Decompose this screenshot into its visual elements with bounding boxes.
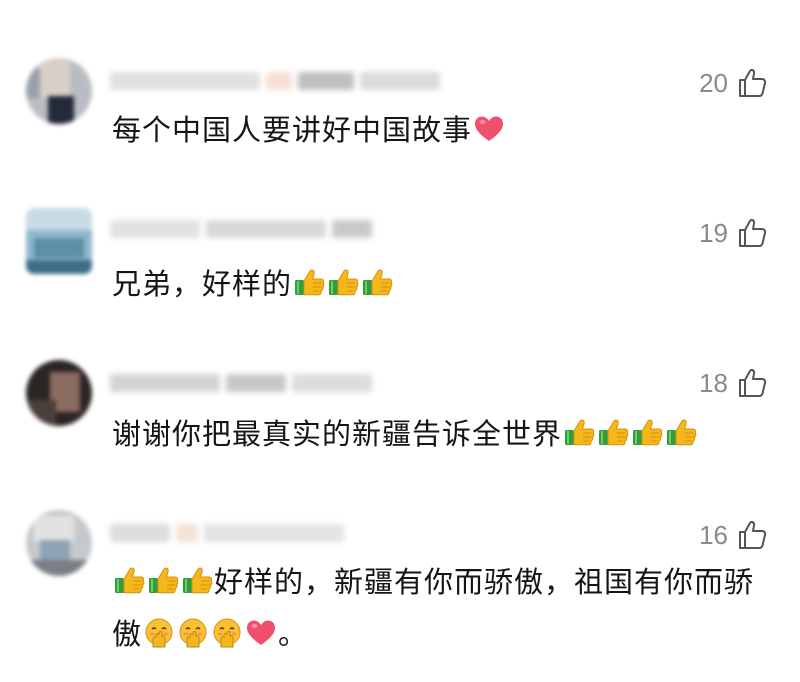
comment-text: 谢谢你把最真实的新疆告诉全世界 — [112, 408, 772, 460]
like-count: 16 — [699, 519, 728, 550]
username[interactable] — [110, 520, 344, 546]
thumbs-up-icon — [361, 267, 393, 299]
shushing-face-icon — [211, 617, 243, 649]
avatar[interactable] — [26, 510, 92, 576]
thumbs-up-icon — [113, 565, 145, 597]
username[interactable] — [110, 216, 372, 242]
heart-icon — [473, 113, 505, 145]
comment-suffix: 。 — [278, 617, 309, 651]
like-button[interactable]: 20 — [699, 66, 768, 100]
avatar[interactable] — [26, 58, 92, 124]
like-count: 20 — [699, 67, 728, 98]
username[interactable] — [110, 370, 372, 396]
like-button[interactable]: 19 — [699, 216, 768, 250]
thumbs-up-icon — [293, 267, 325, 299]
comment-text: 每个中国人要讲好中国故事 — [112, 104, 772, 156]
thumbs-up-icon — [631, 417, 663, 449]
thumbs-up-icon — [597, 417, 629, 449]
like-button[interactable]: 16 — [699, 518, 768, 552]
avatar[interactable] — [26, 208, 92, 274]
comment-content: 每个中国人要讲好中国故事 — [112, 113, 473, 147]
comment-content: 兄弟，好样的 — [112, 267, 293, 301]
thumbs-up-outline-icon — [736, 217, 768, 249]
shushing-face-icon — [143, 617, 175, 649]
thumbs-up-outline-icon — [736, 519, 768, 551]
username[interactable] — [110, 68, 440, 94]
thumbs-up-icon — [327, 267, 359, 299]
comment-content: 谢谢你把最真实的新疆告诉全世界 — [112, 417, 563, 451]
thumbs-up-icon — [563, 417, 595, 449]
comment-text: 兄弟，好样的 — [112, 258, 772, 310]
thumbs-up-icon — [147, 565, 179, 597]
thumbs-up-icon — [181, 565, 213, 597]
thumbs-up-outline-icon — [736, 67, 768, 99]
heart-icon — [245, 617, 277, 649]
like-count: 19 — [699, 217, 728, 248]
thumbs-up-icon — [665, 417, 697, 449]
shushing-face-icon — [177, 617, 209, 649]
avatar[interactable] — [26, 360, 92, 426]
comment-text: 好样的，新疆有你而骄傲，祖国有你而骄傲。 — [112, 556, 772, 660]
like-count: 18 — [699, 367, 728, 398]
thumbs-up-outline-icon — [736, 367, 768, 399]
like-button[interactable]: 18 — [699, 366, 768, 400]
